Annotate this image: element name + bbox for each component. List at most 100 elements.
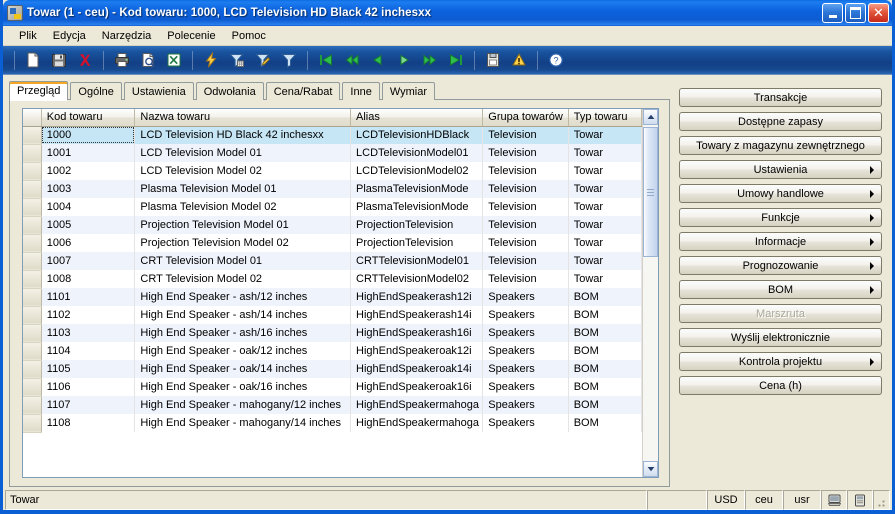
row-selector-cell[interactable] [23,198,42,217]
cell-alias[interactable]: HighEndSpeakeroak16i [350,378,484,396]
cell-kod-towaru[interactable]: 1001 [41,144,136,162]
maximize-button[interactable] [845,3,866,23]
cell-kod-towaru[interactable]: 1102 [41,306,136,324]
table-row[interactable]: 1102 High End Speaker - ash/14 inches High… [23,306,642,325]
print-icon[interactable] [109,48,135,73]
table-row[interactable]: 1005 Projection Television Model 01 Projec… [23,216,642,235]
row-selector-cell[interactable] [23,180,42,199]
cell-grupa-towarow[interactable]: Television [482,144,569,162]
next-page-icon[interactable] [417,48,443,73]
side-button-bom[interactable]: BOM [679,280,882,299]
cell-alias[interactable]: ProjectionTelevision [350,216,484,234]
cell-nazwa-towaru[interactable]: Plasma Television Model 01 [134,180,352,198]
cell-typ-towaru[interactable]: BOM [568,360,642,378]
row-selector-cell[interactable] [23,288,42,307]
cell-kod-towaru[interactable]: 1008 [41,270,136,288]
cell-nazwa-towaru[interactable]: LCD Television Model 02 [134,162,352,180]
alert-warning-icon[interactable] [506,48,532,73]
cell-grupa-towarow[interactable]: Speakers [482,414,569,432]
cell-kod-towaru[interactable]: 1004 [41,198,136,216]
table-row[interactable]: 1003 Plasma Television Model 01 PlasmaTele… [23,180,642,199]
table-row[interactable]: 1106 High End Speaker - oak/16 inches High… [23,378,642,397]
cell-kod-towaru[interactable]: 1104 [41,342,136,360]
table-row[interactable]: 1002 LCD Television Model 02 LCDTelevision… [23,162,642,181]
cell-nazwa-towaru[interactable]: High End Speaker - mahogany/12 inches [134,396,352,414]
cell-grupa-towarow[interactable]: Speakers [482,342,569,360]
cell-typ-towaru[interactable]: BOM [568,414,642,432]
cell-typ-towaru[interactable]: BOM [568,378,642,396]
table-row[interactable]: 1101 High End Speaker - ash/12 inches High… [23,288,642,307]
menu-item-plik[interactable]: Plik [11,28,45,44]
column-header-alias[interactable]: Alias [350,109,484,127]
previous-page-icon[interactable] [339,48,365,73]
cell-kod-towaru[interactable]: 1002 [41,162,136,180]
menu-item-polecenie[interactable]: Polecenie [159,28,223,44]
cell-alias[interactable]: LCDTelevisionModel01 [350,144,484,162]
row-selector-cell[interactable] [23,306,42,325]
save-icon[interactable] [46,48,72,73]
cell-typ-towaru[interactable]: Towar [568,198,642,216]
cell-alias[interactable]: PlasmaTelevisionMode [350,198,484,216]
cell-typ-towaru[interactable]: Towar [568,126,642,144]
cell-nazwa-towaru[interactable]: High End Speaker - oak/12 inches [134,342,352,360]
cell-nazwa-towaru[interactable]: LCD Television Model 01 [134,144,352,162]
status-currency[interactable]: USD [707,490,745,510]
cell-nazwa-towaru[interactable]: High End Speaker - mahogany/14 inches [134,414,352,432]
cell-typ-towaru[interactable]: Towar [568,162,642,180]
grid-vertical-scrollbar[interactable] [642,109,658,477]
filter-by-selection-icon[interactable] [250,48,276,73]
cell-alias[interactable]: HighEndSpeakermahoga [350,396,484,414]
scroll-up-arrow-icon[interactable] [643,109,658,125]
table-row[interactable]: 1107 High End Speaker - mahogany/12 inche… [23,396,642,415]
table-row[interactable]: 1000 LCD Television HD Black 42 inchesxx L… [23,126,642,145]
previous-record-icon[interactable] [365,48,391,73]
lightning-bolt-icon[interactable] [198,48,224,73]
cell-alias[interactable]: CRTTelevisionModel02 [350,270,484,288]
side-button-informacje[interactable]: Informacje [679,232,882,251]
tab-przeglad[interactable]: Przegląd [9,81,69,101]
row-selector-cell[interactable] [23,414,42,433]
status-company[interactable]: ceu [745,490,783,510]
tab-ogolne[interactable]: Ogólne [70,82,122,100]
cell-alias[interactable]: ProjectionTelevision [350,234,484,252]
delete-red-x-icon[interactable] [72,48,98,73]
first-record-icon[interactable] [313,48,339,73]
cell-grupa-towarow[interactable]: Speakers [482,396,569,414]
row-selector-cell[interactable] [23,234,42,253]
cell-typ-towaru[interactable]: BOM [568,396,642,414]
print-preview-icon[interactable] [135,48,161,73]
side-button-wy-lij-elektronicznie[interactable]: Wyślij elektronicznie [679,328,882,347]
table-row[interactable]: 1004 Plasma Television Model 02 PlasmaTele… [23,198,642,217]
cell-alias[interactable]: LCDTelevisionHDBlack [350,126,484,144]
side-button-funkcje[interactable]: Funkcje [679,208,882,227]
row-selector-cell[interactable] [23,324,42,343]
cell-alias[interactable]: LCDTelevisionModel02 [350,162,484,180]
cell-nazwa-towaru[interactable]: High End Speaker - oak/14 inches [134,360,352,378]
side-button-umowy-handlowe[interactable]: Umowy handlowe [679,184,882,203]
side-button-dost-pne-zapasy[interactable]: Dostępne zapasy [679,112,882,131]
cell-grupa-towarow[interactable]: Speakers [482,324,569,342]
export-excel-icon[interactable] [161,48,187,73]
table-row[interactable]: 1104 High End Speaker - oak/12 inches High… [23,342,642,361]
cell-kod-towaru[interactable]: 1108 [41,414,136,432]
cell-grupa-towarow[interactable]: Speakers [482,360,569,378]
cell-nazwa-towaru[interactable]: High End Speaker - ash/14 inches [134,306,352,324]
attachment-note-icon[interactable] [480,48,506,73]
cell-nazwa-towaru[interactable]: CRT Television Model 01 [134,252,352,270]
row-selector-cell[interactable] [23,252,42,271]
cell-grupa-towarow[interactable]: Television [482,126,569,144]
row-selector-cell[interactable] [23,270,42,289]
tab-cena-rabat[interactable]: Cena/Rabat [265,82,341,100]
column-header-grupa-towarow[interactable]: Grupa towarów [482,109,569,127]
cell-grupa-towarow[interactable]: Television [482,216,569,234]
cell-nazwa-towaru[interactable]: Projection Television Model 02 [134,234,352,252]
close-button[interactable]: ✕ [868,3,889,23]
row-selector-cell[interactable] [23,162,42,181]
cell-kod-towaru[interactable]: 1105 [41,360,136,378]
menu-item-narzedzia[interactable]: Narzędzia [94,28,160,44]
client-monitor-icon[interactable] [821,490,847,510]
cell-typ-towaru[interactable]: Towar [568,216,642,234]
cell-typ-towaru[interactable]: Towar [568,252,642,270]
column-header-nazwa-towaru[interactable]: Nazwa towaru [134,109,352,127]
table-row[interactable]: 1001 LCD Television Model 01 LCDTelevision… [23,144,642,163]
